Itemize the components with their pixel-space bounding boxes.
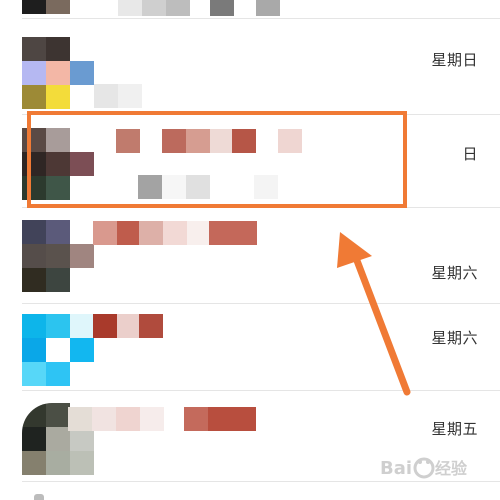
avatar <box>22 37 94 109</box>
list-item-partial-top[interactable] <box>0 0 500 18</box>
list-item[interactable]: 星期日 <box>0 19 500 114</box>
avatar-fragment <box>46 0 70 14</box>
avatar <box>22 314 94 386</box>
avatar-fragment <box>34 494 44 500</box>
timestamp: 星期日 <box>431 51 478 69</box>
baidu-jingyan-watermark-logo: Bai 经验 <box>380 448 495 488</box>
chat-list-screen: 星期日 日 星期六 星期六 星期五 Bai 经验 <box>0 0 500 500</box>
list-item[interactable]: 星期六 <box>0 208 500 303</box>
timestamp: 星期六 <box>431 264 478 282</box>
svg-text:经验: 经验 <box>435 459 468 478</box>
timestamp: 星期六 <box>431 329 478 347</box>
timestamp: 星期五 <box>431 420 478 438</box>
timestamp: 日 <box>462 145 478 163</box>
annotation-highlight-box <box>27 111 407 208</box>
avatar-fragment <box>22 0 46 14</box>
avatar <box>22 220 94 292</box>
list-item[interactable]: 星期六 <box>0 304 500 390</box>
svg-text:Bai: Bai <box>380 458 412 479</box>
watermark-logo-icon: Bai 经验 <box>380 457 468 479</box>
